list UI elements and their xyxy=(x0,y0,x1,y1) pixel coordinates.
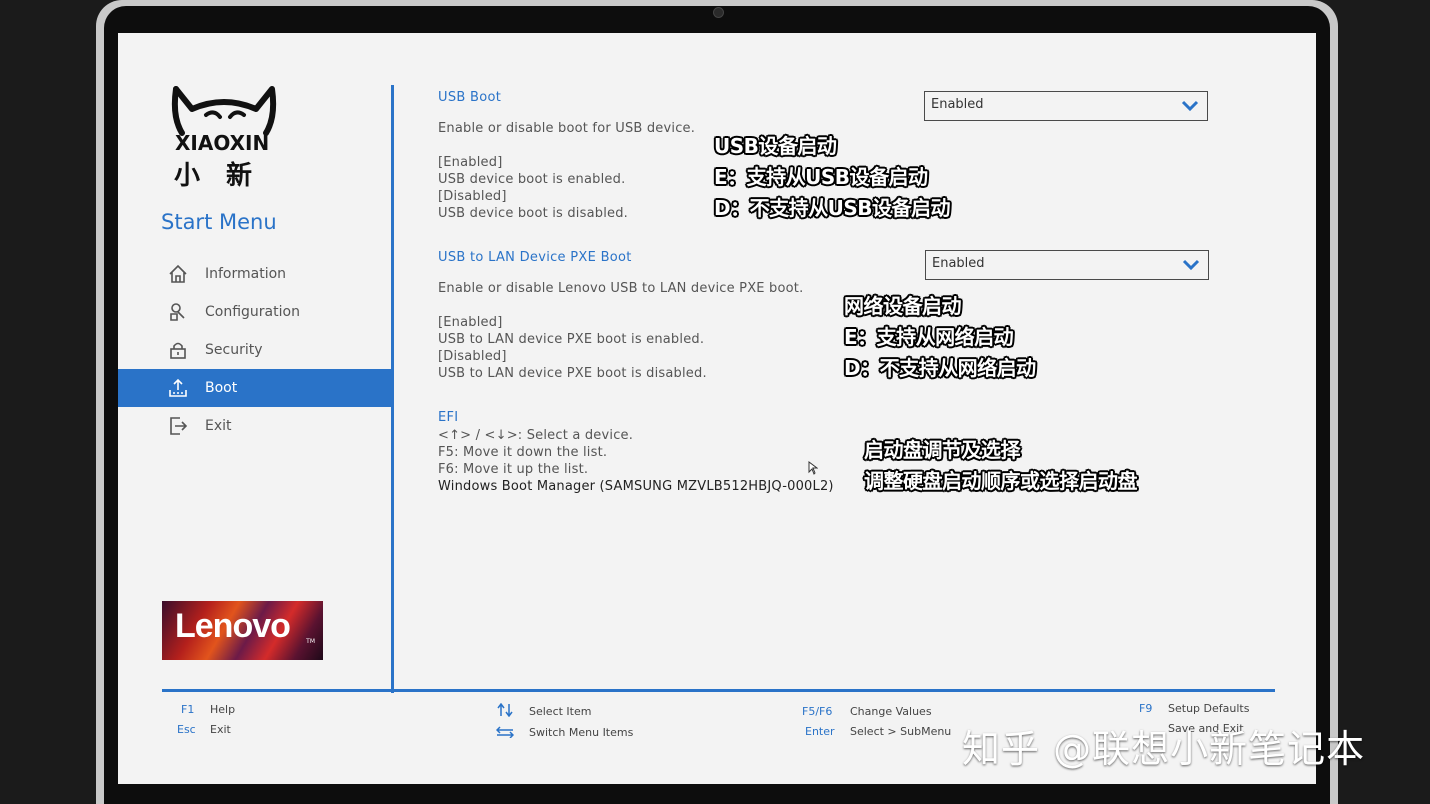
select-item-label: Select Item xyxy=(529,705,592,718)
xiaoxin-logo-cn: 小新 xyxy=(174,161,279,191)
sidebar: XIAOXIN 小新 Start Menu Information Config… xyxy=(118,33,391,693)
efi-help-move-up: F6: Move it up the list. xyxy=(438,462,589,477)
f5f6-key: F5/F6 xyxy=(802,705,833,718)
annotation-usb-enabled: E：支持从USB设备启动 xyxy=(714,165,928,189)
sidebar-item-label: Information xyxy=(205,266,287,282)
configuration-icon xyxy=(170,303,185,321)
efi-boot-device[interactable]: Windows Boot Manager (SAMSUNG MZVLB512HB… xyxy=(438,478,834,495)
start-menu-title: Start Menu xyxy=(161,210,277,234)
sidebar-item-label: Exit xyxy=(205,418,232,434)
annotation-efi-desc: 调整硬盘启动顺序或选择启动盘 xyxy=(864,469,1138,493)
usb-boot-value: Enabled xyxy=(931,97,984,112)
boot-icon xyxy=(169,378,187,397)
efi-help-select: <↑> / <↓>: Select a device. xyxy=(438,428,634,443)
footer-divider xyxy=(162,689,1275,692)
sidebar-item-label: Boot xyxy=(205,380,238,396)
setup-defaults-label: Setup Defaults xyxy=(1168,702,1250,715)
zhihu-watermark: 知乎 @联想小新笔记本 xyxy=(962,727,1366,771)
pxe-boot-disabled-desc: USB to LAN device PXE boot is disabled. xyxy=(438,366,707,381)
sidebar-divider xyxy=(391,85,394,693)
annotation-pxe-disabled: D：不支持从网络启动 xyxy=(844,356,1036,380)
sidebar-item-exit[interactable]: Exit xyxy=(118,407,391,445)
select-submenu-label: Select > SubMenu xyxy=(850,725,952,738)
usb-boot-description: Enable or disable boot for USB device. xyxy=(438,121,696,136)
esc-exit-label: Exit xyxy=(210,723,231,736)
lenovo-logo: Lenovo TM xyxy=(162,601,323,660)
pxe-boot-enabled-tag: [Enabled] xyxy=(438,315,503,330)
lock-icon xyxy=(170,342,186,359)
enter-key: Enter xyxy=(805,725,835,738)
xiaoxin-logo-text: XIAOXIN xyxy=(175,131,270,155)
f9-key: F9 xyxy=(1139,702,1153,715)
usb-boot-enabled-tag: [Enabled] xyxy=(438,155,503,170)
change-values-label: Change Values xyxy=(850,705,932,718)
webcam xyxy=(713,7,724,18)
pxe-boot-title: USB to LAN Device PXE Boot xyxy=(438,250,632,265)
sidebar-item-label: Security xyxy=(205,342,263,358)
switch-menu-label: Switch Menu Items xyxy=(529,726,634,739)
usb-boot-select[interactable]: Enabled xyxy=(924,91,1208,121)
chevron-down-icon xyxy=(1182,259,1200,271)
mouse-cursor-icon xyxy=(808,461,818,475)
up-down-arrows-icon xyxy=(497,703,513,717)
sidebar-item-security[interactable]: Security xyxy=(118,331,391,369)
f1-help-label: Help xyxy=(210,703,236,716)
sidebar-item-configuration[interactable]: Configuration xyxy=(118,293,391,331)
sidebar-item-information[interactable]: Information xyxy=(118,255,391,293)
efi-help-move-down: F5: Move it down the list. xyxy=(438,445,608,460)
bios-screen: XIAOXIN 小新 Start Menu Information Config… xyxy=(118,33,1316,784)
pxe-boot-description: Enable or disable Lenovo USB to LAN devi… xyxy=(438,281,804,296)
lenovo-logo-text: Lenovo xyxy=(175,607,291,645)
side-menu: Information Configuration Security Boot … xyxy=(118,255,391,445)
left-right-arrows-icon xyxy=(496,726,514,738)
usb-boot-disabled-tag: [Disabled] xyxy=(438,189,507,204)
annotation-pxe-title: 网络设备启动 xyxy=(844,294,962,318)
exit-icon xyxy=(170,417,188,435)
pxe-boot-enabled-desc: USB to LAN device PXE boot is enabled. xyxy=(438,332,705,347)
sidebar-item-label: Configuration xyxy=(205,304,300,320)
chevron-down-icon xyxy=(1181,100,1199,112)
sidebar-item-boot[interactable]: Boot xyxy=(118,369,391,407)
efi-title: EFI xyxy=(438,410,459,425)
pxe-boot-disabled-tag: [Disabled] xyxy=(438,349,507,364)
f1-key: F1 xyxy=(181,703,195,716)
usb-boot-enabled-desc: USB device boot is enabled. xyxy=(438,172,626,187)
usb-boot-title: USB Boot xyxy=(438,90,502,105)
usb-boot-disabled-desc: USB device boot is disabled. xyxy=(438,206,629,221)
pxe-boot-select[interactable]: Enabled xyxy=(925,250,1209,280)
annotation-pxe-enabled: E：支持从网络启动 xyxy=(844,325,1014,349)
trademark-mark: TM xyxy=(306,638,315,645)
annotation-usb-title: USB设备启动 xyxy=(714,134,837,158)
esc-key: Esc xyxy=(177,723,196,736)
annotation-usb-disabled: D：不支持从USB设备启动 xyxy=(714,196,951,220)
home-icon xyxy=(169,264,187,283)
pxe-boot-value: Enabled xyxy=(932,256,985,271)
annotation-efi-title: 启动盘调节及选择 xyxy=(864,438,1021,462)
